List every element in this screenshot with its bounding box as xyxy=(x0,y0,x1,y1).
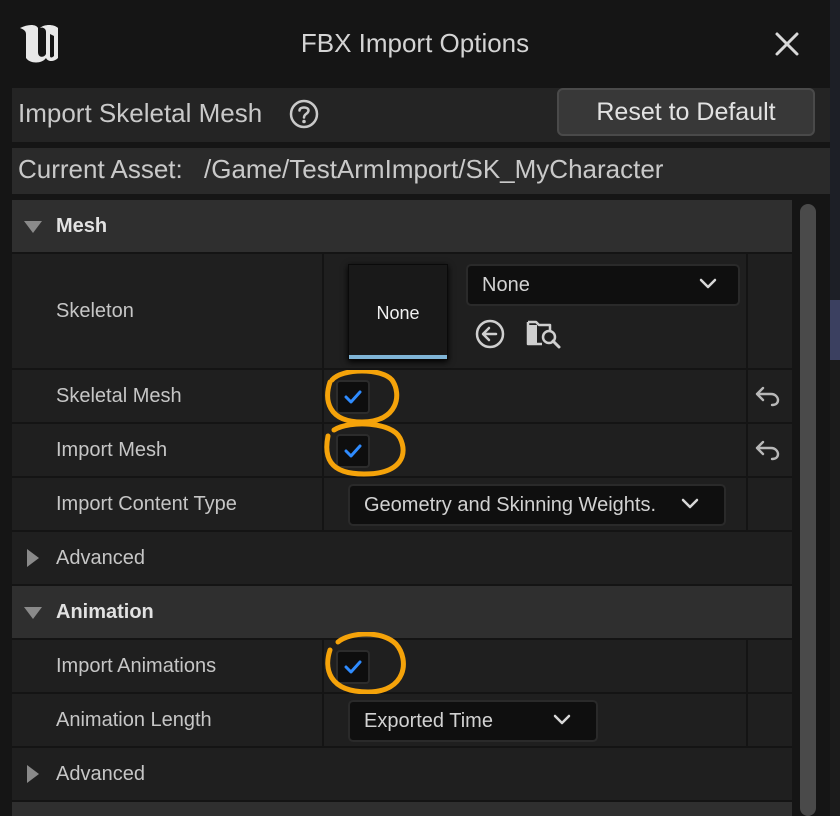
column-divider xyxy=(746,424,748,476)
property-label: Skeleton xyxy=(56,300,134,322)
column-divider xyxy=(746,478,748,530)
property-row-import-animations: Import Animations xyxy=(12,632,792,695)
import-dialog: FBX Import Options Import Skeletal Mesh … xyxy=(0,0,832,816)
mesh-advanced-row[interactable]: Advanced xyxy=(12,532,792,586)
reset-to-default-icon[interactable] xyxy=(754,384,782,408)
chevron-down-icon xyxy=(553,714,571,725)
property-label: Animation Length xyxy=(56,709,212,731)
asset-type-bar xyxy=(349,355,447,359)
window-title: FBX Import Options xyxy=(300,28,530,58)
column-divider xyxy=(322,370,324,422)
column-divider xyxy=(322,254,324,368)
import-header-title: Import Skeletal Mesh xyxy=(18,98,263,128)
import-content-type-dropdown[interactable]: Geometry and Skinning Weights. xyxy=(348,484,726,526)
dropdown-value: Geometry and Skinning Weights. xyxy=(364,494,657,516)
expand-arrow-icon xyxy=(24,221,42,233)
column-divider xyxy=(746,694,748,746)
category-animation[interactable]: Animation xyxy=(12,586,792,640)
property-row-import-mesh: Import Mesh xyxy=(12,422,792,478)
column-divider xyxy=(322,694,324,746)
import-mesh-checkbox[interactable] xyxy=(336,434,370,468)
property-label: Skeletal Mesh xyxy=(56,385,182,407)
expand-arrow-icon xyxy=(27,549,39,567)
advanced-label: Advanced xyxy=(56,763,145,785)
skeleton-asset-picker[interactable]: None xyxy=(466,264,740,306)
category-title: Animation xyxy=(56,601,154,623)
category-next xyxy=(12,802,792,816)
current-asset-label: Current Asset: xyxy=(18,154,183,184)
skeleton-value: None xyxy=(482,274,530,296)
details-panel: Mesh Skeleton None None Skeletal Mesh Im… xyxy=(12,200,792,816)
background-editor xyxy=(830,0,840,816)
expand-arrow-icon xyxy=(27,765,39,783)
reset-to-default-button[interactable]: Reset to Default xyxy=(557,88,815,136)
property-label: Import Mesh xyxy=(56,439,168,461)
category-title: Mesh xyxy=(56,215,108,237)
property-label: Import Content Type xyxy=(56,493,237,515)
checkmark-icon xyxy=(344,444,362,458)
skeletal-mesh-checkbox[interactable] xyxy=(336,380,370,414)
chevron-down-icon xyxy=(681,498,699,509)
category-mesh[interactable]: Mesh xyxy=(12,200,792,254)
animation-length-dropdown[interactable]: Exported Time xyxy=(348,700,598,742)
close-icon xyxy=(775,32,799,56)
column-divider xyxy=(322,478,324,530)
import-animations-checkbox[interactable] xyxy=(336,650,370,684)
thumbnail-label: None xyxy=(376,303,420,323)
scrollbar-thumb[interactable] xyxy=(800,204,816,816)
chevron-down-icon xyxy=(699,278,717,289)
reset-to-default-icon[interactable] xyxy=(754,438,782,462)
animation-advanced-row[interactable]: Advanced xyxy=(12,748,792,802)
close-button[interactable] xyxy=(768,24,806,64)
column-divider xyxy=(746,254,748,368)
import-header: Import Skeletal Mesh Reset to Default xyxy=(12,88,830,142)
help-icon[interactable] xyxy=(288,98,320,130)
checkmark-icon xyxy=(344,660,362,674)
expand-arrow-icon xyxy=(24,607,42,619)
property-row-skeletal-mesh: Skeletal Mesh xyxy=(12,370,792,425)
property-row-skeleton: Skeleton None None xyxy=(12,254,792,370)
checkmark-icon xyxy=(344,390,362,404)
property-label: Import Animations xyxy=(56,655,217,677)
dropdown-value: Exported Time xyxy=(364,710,493,732)
advanced-label: Advanced xyxy=(56,547,145,569)
title-bar: FBX Import Options xyxy=(0,0,830,88)
use-selected-asset-icon[interactable] xyxy=(474,318,506,350)
column-divider xyxy=(746,640,748,692)
skeleton-thumbnail[interactable]: None xyxy=(348,264,448,360)
current-asset-path: /Game/TestArmImport/SK_MyCharacter xyxy=(204,154,664,184)
current-asset-row: Current Asset: /Game/TestArmImport/SK_My… xyxy=(12,148,830,194)
column-divider xyxy=(746,370,748,422)
browse-asset-icon[interactable] xyxy=(526,316,562,350)
property-row-import-content-type: Import Content Type Geometry and Skinnin… xyxy=(12,478,792,532)
column-divider xyxy=(322,640,324,692)
property-row-animation-length: Animation Length Exported Time xyxy=(12,694,792,748)
column-divider xyxy=(322,424,324,476)
